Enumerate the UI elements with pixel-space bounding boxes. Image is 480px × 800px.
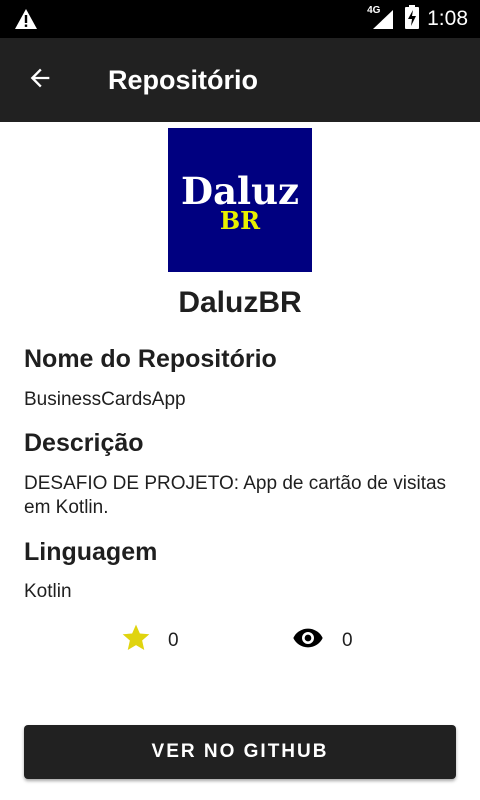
watchers-stat: 0 bbox=[290, 622, 353, 659]
stars-count: 0 bbox=[168, 629, 179, 651]
status-time: 1:08 bbox=[427, 7, 468, 30]
page-title: Repositório bbox=[108, 65, 259, 95]
battery-charging-icon bbox=[405, 4, 420, 34]
stars-stat: 0 bbox=[120, 622, 179, 659]
arrow-back-icon bbox=[26, 64, 54, 97]
app-bar: Repositório bbox=[0, 38, 480, 122]
signal-icon: 4G bbox=[367, 5, 395, 30]
repo-name-label: Nome do Repositório bbox=[24, 345, 277, 373]
owner-avatar: Daluz BR bbox=[168, 128, 312, 272]
language-value: Kotlin bbox=[24, 581, 72, 602]
back-button[interactable] bbox=[18, 58, 62, 102]
star-icon bbox=[120, 622, 152, 659]
owner-name: DaluzBR bbox=[178, 286, 302, 319]
watchers-count: 0 bbox=[342, 629, 353, 651]
description-value: DESAFIO DE PROJETO: App de cartão de vis… bbox=[24, 473, 447, 518]
description-label: Descrição bbox=[24, 429, 144, 457]
view-on-github-button[interactable]: VER NO GITHUB bbox=[24, 725, 456, 779]
status-bar: 4G 1:08 bbox=[0, 0, 480, 38]
logo-text-br: BR bbox=[220, 206, 261, 235]
eye-icon bbox=[290, 622, 326, 659]
language-label: Linguagem bbox=[24, 538, 158, 566]
repo-name-value: BusinessCardsApp bbox=[24, 389, 186, 410]
warning-icon bbox=[14, 8, 38, 35]
